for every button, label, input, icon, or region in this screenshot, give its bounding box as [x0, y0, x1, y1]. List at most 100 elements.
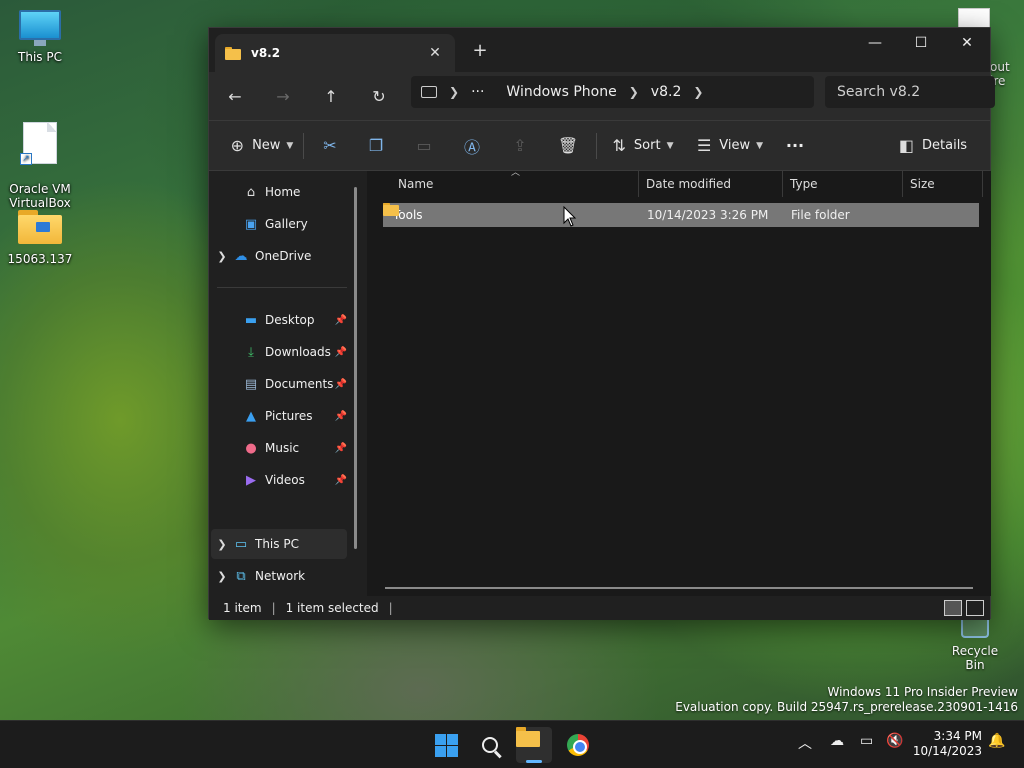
desktop-icon-folder[interactable]: 15063.137 — [2, 210, 78, 266]
arrow-right-icon: → — [276, 86, 290, 106]
nav-item-documents[interactable]: ▤ Documents 📌 — [211, 369, 347, 399]
nav-item-network[interactable]: ❯ ⧉ Network — [211, 561, 347, 591]
clipboard-icon: ▭ — [416, 136, 432, 155]
new-tab-button[interactable]: + — [469, 40, 491, 61]
chevron-right-icon[interactable]: ❯ — [211, 570, 233, 583]
pin-icon: 📌 — [334, 474, 347, 486]
file-explorer-taskbar-button[interactable] — [516, 727, 552, 763]
nav-item-home[interactable]: ⌂ Home — [211, 177, 347, 207]
horizontal-scrollbar[interactable] — [385, 587, 973, 589]
column-header-name[interactable]: ︿ Name — [383, 168, 639, 197]
details-view-button[interactable] — [944, 600, 962, 616]
selected-count: 1 item selected — [285, 601, 379, 615]
desktop-icon-label: 15063.137 — [7, 252, 73, 266]
network-tray-icon[interactable]: ▭ — [860, 733, 873, 749]
refresh-button[interactable]: ↻ — [365, 82, 393, 110]
copy-icon: ❐ — [368, 136, 384, 155]
file-row[interactable]: Tools 10/14/2023 3:26 PM File folder — [383, 203, 979, 227]
chevron-right-icon[interactable]: ❯ — [211, 538, 233, 551]
pin-icon: 📌 — [334, 378, 347, 390]
music-icon: ● — [245, 440, 257, 456]
nav-item-desktop[interactable]: ▬ Desktop 📌 — [211, 305, 347, 335]
file-list: ︿ Name Date modified Type Size Tools 10/… — [367, 168, 991, 596]
view-button[interactable]: ☰ View ▼ — [685, 129, 775, 163]
breadcrumb-item[interactable]: Windows Phone — [506, 84, 616, 100]
computer-icon: ▭ — [234, 536, 248, 552]
chevron-right-icon: ❯ — [628, 85, 639, 99]
sort-button[interactable]: ⇅ Sort ▼ — [601, 129, 685, 163]
status-bar: 1 item | 1 item selected | — [209, 596, 990, 620]
computer-icon — [421, 86, 437, 98]
show-hidden-icons-button[interactable]: ︿ — [798, 733, 812, 753]
pin-icon: 📌 — [334, 442, 347, 454]
clock[interactable]: 3:34 PM 10/14/2023 — [912, 729, 982, 759]
nav-scrollbar[interactable] — [354, 187, 357, 549]
more-options-button[interactable]: ··· — [775, 129, 815, 163]
up-button[interactable]: ↑ — [317, 82, 345, 110]
title-bar: v8.2 ✕ + — ☐ ✕ — [209, 28, 990, 72]
nav-label: Network — [255, 569, 306, 583]
folder-icon — [225, 46, 241, 60]
desktop-icon-label: Recycle Bin — [951, 644, 999, 672]
command-bar: ⊕ New ▼ ✂ ❐ ▭ Ⓐ ⇪ 🗑 ⇅ Sort ▼ ☰ View ▼ ··… — [209, 120, 990, 170]
desktop-icon-recycle-bin[interactable]: Recycle Bin — [942, 612, 1008, 672]
tab-v82[interactable]: v8.2 ✕ — [215, 34, 455, 72]
breadcrumb[interactable]: ❯ ··· Windows Phone ❯ v8.2 ❯ — [411, 76, 814, 108]
cloud-icon: ☁ — [234, 248, 248, 264]
nav-item-videos[interactable]: ▶ Videos 📌 — [211, 465, 347, 495]
onedrive-tray-icon[interactable]: ☁ — [830, 733, 844, 749]
delete-button[interactable]: 🗑 — [544, 129, 592, 163]
rename-icon: Ⓐ — [463, 137, 480, 157]
chrome-taskbar-button[interactable] — [560, 727, 596, 763]
nav-label: Gallery — [265, 217, 308, 231]
chevron-down-icon: ▼ — [286, 140, 294, 151]
scissors-icon: ✂ — [323, 136, 337, 155]
minimize-button[interactable]: — — [852, 28, 898, 58]
close-tab-button[interactable]: ✕ — [425, 45, 445, 61]
details-label: Details — [922, 138, 968, 153]
volume-muted-icon[interactable]: 🔇 — [886, 733, 903, 749]
desktop-icon-virtualbox[interactable]: ↗ Oracle VM VirtualBox — [2, 108, 78, 224]
nav-label: Documents — [265, 377, 334, 391]
nav-item-onedrive[interactable]: ❯ ☁ OneDrive — [211, 241, 347, 271]
os-watermark: Windows 11 Pro Insider Preview Evaluatio… — [675, 685, 1018, 715]
nav-item-gallery[interactable]: ▣ Gallery — [211, 209, 347, 239]
maximize-button[interactable]: ☐ — [898, 28, 944, 58]
column-header-date[interactable]: Date modified — [639, 171, 783, 197]
desktop-icon-this-pc[interactable]: This PC — [2, 10, 78, 64]
breadcrumb-more[interactable]: ··· — [471, 84, 484, 100]
search-button[interactable] — [472, 727, 508, 763]
divider — [596, 132, 597, 159]
forward-button[interactable]: → — [269, 82, 297, 110]
notification-bell-icon[interactable]: 🔔 — [988, 733, 1005, 749]
chevron-right-icon[interactable]: ❯ — [211, 250, 233, 263]
nav-item-this-pc[interactable]: ❯ ▭ This PC — [211, 529, 347, 559]
share-icon: ⇪ — [513, 136, 527, 155]
cut-button[interactable]: ✂ — [308, 129, 352, 163]
rename-button[interactable]: Ⓐ — [448, 129, 496, 163]
search-input[interactable]: Search v8.2 — [825, 76, 995, 108]
chevron-right-icon[interactable]: ❯ — [693, 85, 703, 99]
share-button[interactable]: ⇪ — [496, 129, 544, 163]
view-label: View — [719, 138, 751, 153]
column-header-type[interactable]: Type — [783, 171, 903, 197]
back-button[interactable]: ← — [221, 82, 249, 110]
new-button[interactable]: ⊕ New ▼ — [225, 129, 299, 163]
refresh-icon: ↻ — [372, 86, 386, 106]
nav-item-downloads[interactable]: ⤓ Downloads 📌 — [211, 337, 347, 367]
file-type: File folder — [791, 208, 850, 222]
copy-button[interactable]: ❐ — [352, 129, 400, 163]
column-header-size[interactable]: Size — [903, 171, 983, 197]
breadcrumb-item[interactable]: v8.2 — [651, 84, 682, 100]
tiles-view-button[interactable] — [966, 600, 984, 616]
paste-button[interactable]: ▭ — [400, 129, 448, 163]
trash-icon: 🗑 — [557, 136, 579, 155]
mouse-cursor-icon — [563, 206, 577, 227]
video-icon: ▶ — [246, 472, 256, 488]
close-window-button[interactable]: ✕ — [944, 28, 990, 58]
nav-item-music[interactable]: ● Music 📌 — [211, 433, 347, 463]
nav-item-pictures[interactable]: ▲ Pictures 📌 — [211, 401, 347, 431]
plus-circle-icon: ⊕ — [230, 136, 245, 155]
start-button[interactable] — [428, 727, 464, 763]
details-pane-button[interactable]: ◧ Details — [890, 129, 976, 163]
